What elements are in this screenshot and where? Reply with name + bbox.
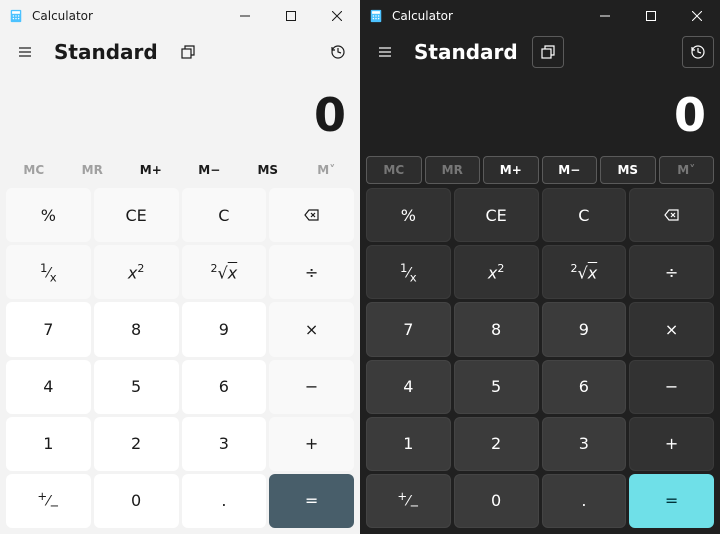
divide-button[interactable]: ÷ bbox=[269, 245, 354, 299]
sqrt-button[interactable]: 2√x bbox=[182, 245, 267, 299]
maximize-button[interactable] bbox=[268, 0, 314, 32]
square-button[interactable]: x2 bbox=[454, 245, 539, 299]
digit-9-button[interactable]: 9 bbox=[182, 302, 267, 356]
negate-button[interactable]: +⁄− bbox=[366, 474, 451, 528]
header: Standard bbox=[0, 32, 360, 72]
keypad: % CE C 1⁄x x2 2√x ÷ 7 8 9 × 4 5 6 − 1 2 … bbox=[360, 188, 720, 534]
calculator-app-icon bbox=[8, 8, 24, 24]
memory-clear-button[interactable]: MC bbox=[6, 156, 62, 184]
close-button[interactable] bbox=[674, 0, 720, 32]
calculator-light: Calculator Standard 0 MC MR M+ M− MS M˅ … bbox=[0, 0, 360, 534]
digit-8-button[interactable]: 8 bbox=[94, 302, 179, 356]
memory-list-button[interactable]: M˅ bbox=[659, 156, 715, 184]
memory-list-button[interactable]: M˅ bbox=[299, 156, 355, 184]
history-button[interactable] bbox=[682, 36, 714, 68]
memory-add-button[interactable]: M+ bbox=[483, 156, 539, 184]
mode-label: Standard bbox=[414, 40, 518, 64]
digit-2-button[interactable]: 2 bbox=[454, 417, 539, 471]
digit-0-button[interactable]: 0 bbox=[94, 474, 179, 528]
backspace-button[interactable] bbox=[629, 188, 714, 242]
minimize-button[interactable] bbox=[582, 0, 628, 32]
plus-button[interactable]: + bbox=[629, 417, 714, 471]
memory-store-button[interactable]: MS bbox=[240, 156, 296, 184]
header: Standard bbox=[360, 32, 720, 72]
keypad: % CE C 1⁄x x2 2√x ÷ 7 8 9 × 4 5 6 − 1 2 … bbox=[0, 188, 360, 534]
memory-row: MC MR M+ M− MS M˅ bbox=[360, 156, 720, 184]
backspace-button[interactable] bbox=[269, 188, 354, 242]
digit-5-button[interactable]: 5 bbox=[454, 360, 539, 414]
menu-button[interactable] bbox=[370, 37, 400, 67]
multiply-button[interactable]: × bbox=[629, 302, 714, 356]
minimize-button[interactable] bbox=[222, 0, 268, 32]
always-on-top-button[interactable] bbox=[532, 36, 564, 68]
plus-button[interactable]: + bbox=[269, 417, 354, 471]
digit-2-button[interactable]: 2 bbox=[94, 417, 179, 471]
window-title: Calculator bbox=[32, 9, 93, 23]
clear-entry-button[interactable]: CE bbox=[94, 188, 179, 242]
reciprocal-button[interactable]: 1⁄x bbox=[366, 245, 451, 299]
calculator-dark: Calculator Standard 0 MC MR M+ M− MS M˅ … bbox=[360, 0, 720, 534]
negate-button[interactable]: +⁄− bbox=[6, 474, 91, 528]
sqrt-button[interactable]: 2√x bbox=[542, 245, 627, 299]
equals-button[interactable]: = bbox=[269, 474, 354, 528]
titlebar: Calculator bbox=[360, 0, 720, 32]
titlebar: Calculator bbox=[0, 0, 360, 32]
clear-button[interactable]: C bbox=[182, 188, 267, 242]
digit-6-button[interactable]: 6 bbox=[542, 360, 627, 414]
digit-5-button[interactable]: 5 bbox=[94, 360, 179, 414]
percent-button[interactable]: % bbox=[6, 188, 91, 242]
clear-entry-button[interactable]: CE bbox=[454, 188, 539, 242]
digit-3-button[interactable]: 3 bbox=[542, 417, 627, 471]
memory-row: MC MR M+ M− MS M˅ bbox=[0, 156, 360, 184]
digit-0-button[interactable]: 0 bbox=[454, 474, 539, 528]
divide-button[interactable]: ÷ bbox=[629, 245, 714, 299]
display: 0 bbox=[360, 72, 720, 156]
memory-store-button[interactable]: MS bbox=[600, 156, 656, 184]
decimal-button[interactable]: . bbox=[542, 474, 627, 528]
memory-add-button[interactable]: M+ bbox=[123, 156, 179, 184]
minus-button[interactable]: − bbox=[269, 360, 354, 414]
digit-1-button[interactable]: 1 bbox=[6, 417, 91, 471]
memory-recall-button[interactable]: MR bbox=[65, 156, 121, 184]
display: 0 bbox=[0, 72, 360, 156]
calculator-app-icon bbox=[368, 8, 384, 24]
digit-3-button[interactable]: 3 bbox=[182, 417, 267, 471]
memory-recall-button[interactable]: MR bbox=[425, 156, 481, 184]
digit-7-button[interactable]: 7 bbox=[6, 302, 91, 356]
always-on-top-button[interactable] bbox=[172, 36, 204, 68]
clear-button[interactable]: C bbox=[542, 188, 627, 242]
maximize-button[interactable] bbox=[628, 0, 674, 32]
decimal-button[interactable]: . bbox=[182, 474, 267, 528]
menu-button[interactable] bbox=[10, 37, 40, 67]
history-button[interactable] bbox=[322, 36, 354, 68]
multiply-button[interactable]: × bbox=[269, 302, 354, 356]
digit-9-button[interactable]: 9 bbox=[542, 302, 627, 356]
percent-button[interactable]: % bbox=[366, 188, 451, 242]
reciprocal-button[interactable]: 1⁄x bbox=[6, 245, 91, 299]
mode-label: Standard bbox=[54, 40, 158, 64]
digit-4-button[interactable]: 4 bbox=[6, 360, 91, 414]
memory-subtract-button[interactable]: M− bbox=[182, 156, 238, 184]
digit-7-button[interactable]: 7 bbox=[366, 302, 451, 356]
digit-1-button[interactable]: 1 bbox=[366, 417, 451, 471]
digit-4-button[interactable]: 4 bbox=[366, 360, 451, 414]
memory-subtract-button[interactable]: M− bbox=[542, 156, 598, 184]
equals-button[interactable]: = bbox=[629, 474, 714, 528]
digit-8-button[interactable]: 8 bbox=[454, 302, 539, 356]
close-button[interactable] bbox=[314, 0, 360, 32]
minus-button[interactable]: − bbox=[629, 360, 714, 414]
square-button[interactable]: x2 bbox=[94, 245, 179, 299]
window-title: Calculator bbox=[392, 9, 453, 23]
digit-6-button[interactable]: 6 bbox=[182, 360, 267, 414]
memory-clear-button[interactable]: MC bbox=[366, 156, 422, 184]
